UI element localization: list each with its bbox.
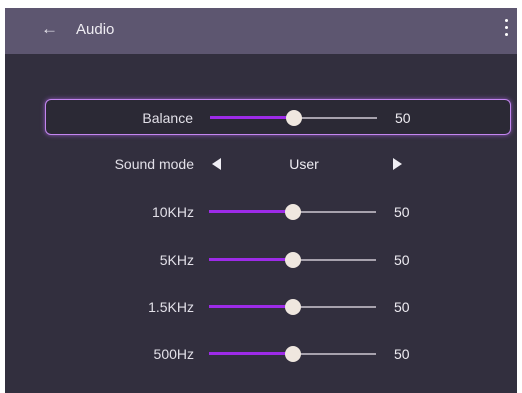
eq-10khz-slider-handle[interactable] <box>284 204 301 220</box>
sound-mode-row: Sound mode User <box>45 146 511 182</box>
sound-mode-label: Sound mode <box>114 156 194 172</box>
eq-5khz-row: 5KHz 50 <box>45 242 511 278</box>
balance-slider-fill <box>210 116 294 119</box>
eq-10khz-value: 50 <box>394 204 410 220</box>
eq-1-5khz-slider[interactable] <box>209 299 376 315</box>
eq-500hz-row: 500Hz 50 <box>45 336 511 372</box>
balance-slider-handle[interactable] <box>285 110 302 126</box>
sound-mode-value: User <box>289 156 319 172</box>
eq-1-5khz-slider-fill <box>209 305 293 308</box>
eq-10khz-slider[interactable] <box>209 204 376 220</box>
balance-slider[interactable] <box>210 110 377 126</box>
eq-1-5khz-value: 50 <box>394 299 410 315</box>
eq-5khz-slider[interactable] <box>209 252 376 268</box>
eq-1-5khz-row: 1.5KHz 50 <box>45 289 511 325</box>
eq-500hz-slider[interactable] <box>209 346 376 362</box>
eq-500hz-label: 500Hz <box>153 346 194 362</box>
balance-label: Balance <box>142 110 193 126</box>
eq-10khz-row: 10KHz 50 <box>45 194 511 230</box>
eq-500hz-value: 50 <box>394 346 410 362</box>
caret-left-icon[interactable] <box>212 158 221 170</box>
caret-right-icon[interactable] <box>393 158 402 170</box>
app-header: ← Audio <box>5 8 517 54</box>
eq-500hz-slider-handle[interactable] <box>284 346 301 362</box>
eq-1-5khz-label: 1.5KHz <box>148 299 194 315</box>
eq-500hz-slider-fill <box>209 352 293 355</box>
eq-5khz-slider-fill <box>209 258 293 261</box>
eq-5khz-label: 5KHz <box>159 252 194 268</box>
eq-5khz-value: 50 <box>394 252 410 268</box>
arrow-left-icon[interactable]: ← <box>41 20 58 38</box>
eq-1-5khz-slider-handle[interactable] <box>284 299 301 315</box>
more-vert-icon[interactable] <box>501 19 511 43</box>
balance-value: 50 <box>395 110 411 126</box>
audio-settings-screen: ← Audio Balance 50 Sound mode User 10KHz… <box>5 8 517 393</box>
eq-10khz-slider-fill <box>209 210 293 213</box>
eq-5khz-slider-handle[interactable] <box>284 252 301 268</box>
eq-10khz-label: 10KHz <box>151 204 194 220</box>
balance-row[interactable]: Balance 50 <box>45 99 511 135</box>
page-title: Audio <box>76 21 115 38</box>
